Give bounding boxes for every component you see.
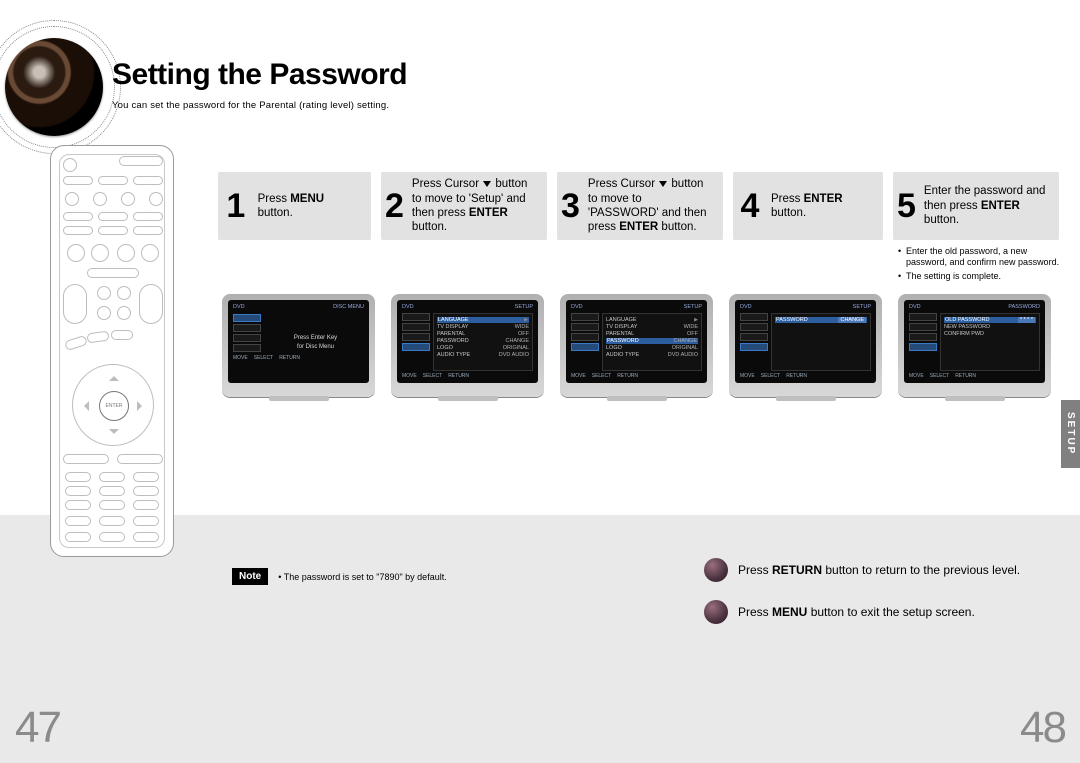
step-1-number: 1: [222, 187, 250, 226]
page-number-left: 47: [15, 703, 60, 753]
section-side-tab: SETUP: [1061, 400, 1080, 468]
tv-screen-2: DVDSETUP LANGUAGE▶ TV DISPLAYWIDE PARENT…: [391, 294, 544, 397]
cursor-down-icon: [659, 181, 667, 187]
step-4: 4 Press ENTER button.: [733, 172, 883, 240]
step-2-text: Press Cursor button to move to 'Setup' a…: [412, 177, 537, 235]
remote-dpad: ENTER: [72, 364, 154, 446]
note-text: • The password is set to "7890" by defau…: [278, 572, 446, 582]
step-3-text: Press Cursor button to move to 'PASSWORD…: [588, 177, 713, 235]
tv-row: DVDDISC MENU Press Enter Key for Disc Me…: [222, 294, 1051, 397]
remote-illustration: ENTER: [50, 145, 174, 557]
tv2-menu: LANGUAGE▶ TV DISPLAYWIDE PARENTALOFF PAS…: [433, 313, 533, 371]
step-2: 2 Press Cursor button to move to 'Setup'…: [381, 172, 547, 240]
step-5-number: 5: [897, 187, 916, 226]
step-3: 3 Press Cursor button to move to 'PASSWO…: [557, 172, 723, 240]
step-2-number: 2: [385, 187, 404, 226]
footer-action-menu: Press MENU button to exit the setup scre…: [704, 600, 1064, 624]
step-5-note-2: The setting is complete.: [898, 271, 1060, 282]
tv4-menu: PASSWORDCHANGE: [771, 313, 871, 371]
steps-row: 1 Press MENU button. 2 Press Cursor butt…: [218, 172, 1068, 242]
bullet-icon: [704, 558, 728, 582]
note-label: Note: [232, 568, 268, 585]
tv-screen-1: DVDDISC MENU Press Enter Key for Disc Me…: [222, 294, 375, 397]
speaker-decoration: [5, 38, 103, 136]
page-number-right: 48: [1020, 703, 1065, 753]
page-subtitle: You can set the password for the Parenta…: [112, 100, 389, 111]
step-1: 1 Press MENU button.: [218, 172, 371, 240]
footer-action-return: Press RETURN button to return to the pre…: [704, 558, 1064, 582]
step-1-text: Press MENU button.: [258, 192, 361, 221]
remote-enter-button: ENTER: [99, 391, 129, 421]
step-4-text: Press ENTER button.: [771, 192, 873, 221]
step-5-note-1: Enter the old password, a new password, …: [898, 246, 1060, 268]
tv5-menu: OLD PASSWORD* * * * NEW PASSWORD CONFIRM…: [940, 313, 1040, 371]
tv3-menu: LANGUAGE▶ TV DISPLAYWIDE PARENTALOFF PAS…: [602, 313, 702, 371]
page-title: Setting the Password: [112, 58, 407, 92]
step-3-number: 3: [561, 187, 580, 226]
note-box: Note • The password is set to "7890" by …: [232, 568, 447, 585]
step-5-notes: Enter the old password, a new password, …: [898, 246, 1060, 284]
footer-actions: Press RETURN button to return to the pre…: [704, 558, 1064, 624]
tv-screen-5: DVDPASSWORD OLD PASSWORD* * * * NEW PASS…: [898, 294, 1051, 397]
tv-screen-3: DVDSETUP LANGUAGE▶ TV DISPLAYWIDE PARENT…: [560, 294, 713, 397]
bullet-icon: [704, 600, 728, 624]
step-4-number: 4: [737, 187, 763, 226]
step-5-text: Enter the password and then press ENTER …: [924, 184, 1049, 227]
cursor-down-icon: [483, 181, 491, 187]
step-5: 5 Enter the password and then press ENTE…: [893, 172, 1059, 240]
tv-screen-4: DVDSETUP PASSWORDCHANGE MOVESELECTRETURN: [729, 294, 882, 397]
